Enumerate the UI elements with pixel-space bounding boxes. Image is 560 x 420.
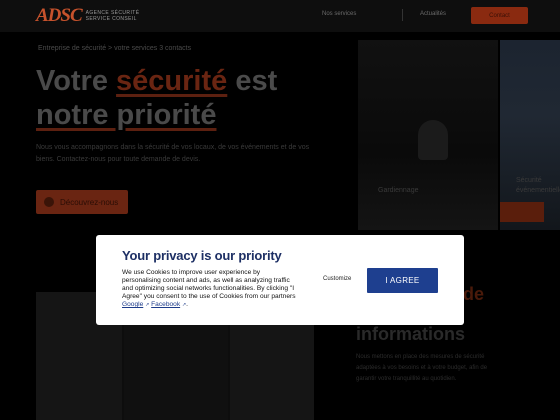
nav-link-services[interactable]: Nos services: [322, 11, 356, 17]
cookie-consent-dialog: Your privacy is our priority We use Cook…: [96, 235, 464, 325]
agree-button[interactable]: I AGREE: [367, 268, 438, 293]
section-description: Nous mettons en place des mesures de séc…: [356, 354, 488, 382]
site-logo[interactable]: ADSC AGENCE SÉCURITÉ SERVICE CONSEIL: [36, 5, 140, 26]
discover-button[interactable]: Découvrez-nous: [36, 190, 128, 214]
logo-mark: ADSC: [36, 5, 83, 26]
consent-title: Your privacy is our priority: [122, 248, 282, 263]
contact-button[interactable]: Contact: [471, 7, 528, 24]
service-caption-guarding: Gardiennage: [378, 187, 419, 194]
customize-button[interactable]: Customize: [323, 276, 351, 282]
guard-silhouette: [418, 120, 448, 160]
nav-divider: [402, 9, 403, 21]
discover-button-label: Découvrez-nous: [60, 197, 119, 207]
breadcrumb: Entreprise de sécurité > votre services …: [38, 45, 192, 52]
hero-title-highlight: sécurité: [116, 65, 228, 97]
arrow-icon: [44, 197, 54, 207]
service-caption-events: Sécurité événementielle: [516, 177, 560, 194]
nav-link-news[interactable]: Actualités: [420, 11, 446, 17]
consent-body: We use Cookies to improve user experienc…: [122, 269, 296, 300]
hero-title-line-2: notre priorité: [36, 99, 217, 131]
hero-title-part-1: Votre: [36, 65, 117, 97]
logo-text: AGENCE SÉCURITÉ SERVICE CONSEIL: [86, 10, 140, 22]
hero-description: Nous vous accompagnons dans la sécurité …: [36, 144, 310, 163]
facebook-partner-link[interactable]: Facebook: [151, 301, 180, 308]
external-link-icon: ↗: [181, 302, 187, 308]
google-partner-link[interactable]: Google: [122, 301, 143, 308]
consent-text: We use Cookies to improve user experienc…: [122, 269, 296, 308]
carousel-next-tab[interactable]: [500, 202, 544, 222]
external-link-icon: ↗: [145, 302, 150, 308]
hero-title: Votre sécurité est notre priorité: [36, 64, 356, 132]
logo-line-2: SERVICE CONSEIL: [85, 16, 137, 22]
hero-title-part-2: est: [227, 65, 278, 97]
section-title-line-2: informations: [356, 324, 466, 344]
